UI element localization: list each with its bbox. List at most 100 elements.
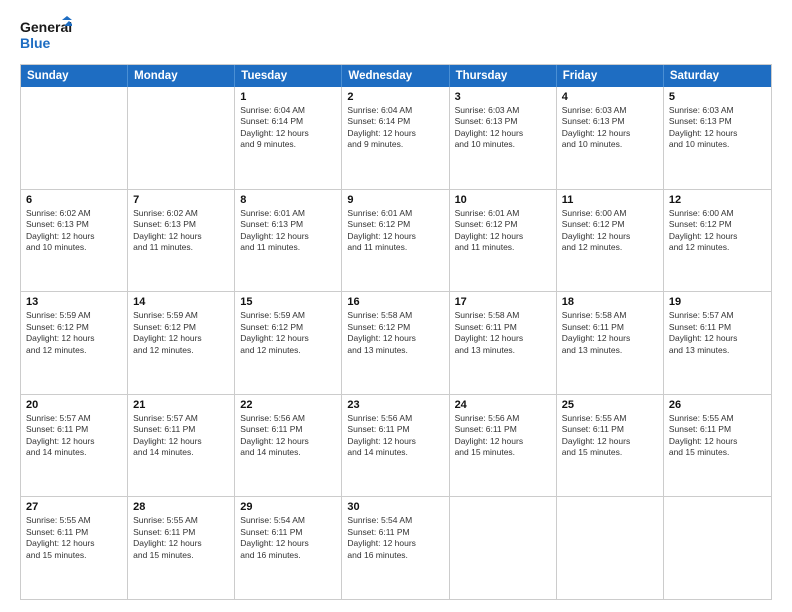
cell-line: Sunset: 6:11 PM bbox=[562, 322, 658, 333]
cell-line: and 10 minutes. bbox=[455, 139, 551, 150]
day-cell-17: 17Sunrise: 5:58 AMSunset: 6:11 PMDayligh… bbox=[450, 292, 557, 394]
cell-line: Daylight: 12 hours bbox=[562, 333, 658, 344]
day-number: 27 bbox=[26, 501, 122, 513]
cell-line: Daylight: 12 hours bbox=[347, 231, 443, 242]
cell-line: Sunrise: 5:57 AM bbox=[133, 413, 229, 424]
cell-line: and 15 minutes. bbox=[455, 447, 551, 458]
day-cell-13: 13Sunrise: 5:59 AMSunset: 6:12 PMDayligh… bbox=[21, 292, 128, 394]
day-number: 5 bbox=[669, 91, 766, 103]
day-number: 13 bbox=[26, 296, 122, 308]
cell-line: Sunset: 6:13 PM bbox=[240, 219, 336, 230]
cell-line: Sunrise: 6:04 AM bbox=[240, 105, 336, 116]
cell-line: Daylight: 12 hours bbox=[455, 128, 551, 139]
cell-line: and 16 minutes. bbox=[240, 550, 336, 561]
cell-line: Sunset: 6:13 PM bbox=[562, 116, 658, 127]
day-number: 25 bbox=[562, 399, 658, 411]
cell-line: and 13 minutes. bbox=[669, 345, 766, 356]
day-number: 1 bbox=[240, 91, 336, 103]
cell-line: Sunset: 6:12 PM bbox=[669, 219, 766, 230]
cell-line: Daylight: 12 hours bbox=[133, 436, 229, 447]
cell-line: and 14 minutes. bbox=[133, 447, 229, 458]
day-number: 20 bbox=[26, 399, 122, 411]
day-number: 11 bbox=[562, 194, 658, 206]
cell-line: Daylight: 12 hours bbox=[562, 128, 658, 139]
day-number: 7 bbox=[133, 194, 229, 206]
day-cell-18: 18Sunrise: 5:58 AMSunset: 6:11 PMDayligh… bbox=[557, 292, 664, 394]
cell-line: Sunset: 6:11 PM bbox=[240, 527, 336, 538]
cell-line: Daylight: 12 hours bbox=[347, 333, 443, 344]
day-number: 30 bbox=[347, 501, 443, 513]
day-cell-5: 5Sunrise: 6:03 AMSunset: 6:13 PMDaylight… bbox=[664, 87, 771, 189]
cell-line: Sunrise: 6:01 AM bbox=[347, 208, 443, 219]
cell-line: and 13 minutes. bbox=[562, 345, 658, 356]
cell-line: Sunset: 6:14 PM bbox=[347, 116, 443, 127]
day-cell-30: 30Sunrise: 5:54 AMSunset: 6:11 PMDayligh… bbox=[342, 497, 449, 599]
cell-line: Sunrise: 5:58 AM bbox=[562, 310, 658, 321]
svg-text:Blue: Blue bbox=[20, 35, 51, 51]
cell-line: Daylight: 12 hours bbox=[240, 128, 336, 139]
cell-line: Sunset: 6:14 PM bbox=[240, 116, 336, 127]
cell-line: Sunset: 6:12 PM bbox=[240, 322, 336, 333]
cell-line: Daylight: 12 hours bbox=[347, 538, 443, 549]
day-number: 10 bbox=[455, 194, 551, 206]
cell-line: Sunrise: 5:58 AM bbox=[455, 310, 551, 321]
cell-line: and 12 minutes. bbox=[562, 242, 658, 253]
day-cell-1: 1 Sunrise: 6:04 AMSunset: 6:14 PMDaylight… bbox=[235, 87, 342, 189]
cell-line: and 13 minutes. bbox=[455, 345, 551, 356]
day-cell-4: 4Sunrise: 6:03 AMSunset: 6:13 PMDaylight… bbox=[557, 87, 664, 189]
cell-line: Sunset: 6:12 PM bbox=[347, 219, 443, 230]
cell-line: Sunrise: 6:01 AM bbox=[240, 208, 336, 219]
day-number: 3 bbox=[455, 91, 551, 103]
cell-line: and 15 minutes. bbox=[26, 550, 122, 561]
cell-line: and 15 minutes. bbox=[133, 550, 229, 561]
logo: GeneralBlue bbox=[20, 16, 72, 54]
day-cell-28: 28Sunrise: 5:55 AMSunset: 6:11 PMDayligh… bbox=[128, 497, 235, 599]
day-cell-12: 12Sunrise: 6:00 AMSunset: 6:12 PMDayligh… bbox=[664, 190, 771, 292]
cell-line: Sunrise: 6:03 AM bbox=[669, 105, 766, 116]
header-day-tuesday: Tuesday bbox=[235, 65, 342, 87]
cell-line: and 13 minutes. bbox=[347, 345, 443, 356]
day-number: 4 bbox=[562, 91, 658, 103]
calendar-week-5: 27Sunrise: 5:55 AMSunset: 6:11 PMDayligh… bbox=[21, 497, 771, 599]
cell-line: Sunset: 6:11 PM bbox=[347, 527, 443, 538]
day-cell-25: 25Sunrise: 5:55 AMSunset: 6:11 PMDayligh… bbox=[557, 395, 664, 497]
day-number: 23 bbox=[347, 399, 443, 411]
day-number: 9 bbox=[347, 194, 443, 206]
day-cell-9: 9 Sunrise: 6:01 AMSunset: 6:12 PMDaylight… bbox=[342, 190, 449, 292]
cell-line: Daylight: 12 hours bbox=[347, 436, 443, 447]
cell-line: and 9 minutes. bbox=[347, 139, 443, 150]
cell-line: Sunrise: 5:55 AM bbox=[562, 413, 658, 424]
cell-line: Daylight: 12 hours bbox=[455, 231, 551, 242]
cell-line: Daylight: 12 hours bbox=[669, 333, 766, 344]
cell-line: Sunset: 6:11 PM bbox=[240, 424, 336, 435]
header-day-wednesday: Wednesday bbox=[342, 65, 449, 87]
cell-line: Sunset: 6:13 PM bbox=[133, 219, 229, 230]
cell-line: Daylight: 12 hours bbox=[26, 231, 122, 242]
cell-line: and 15 minutes. bbox=[562, 447, 658, 458]
cell-line: Sunrise: 5:59 AM bbox=[133, 310, 229, 321]
empty-cell bbox=[128, 87, 235, 189]
cell-line: and 9 minutes. bbox=[240, 139, 336, 150]
cell-line: Sunrise: 5:56 AM bbox=[347, 413, 443, 424]
cell-line: Sunset: 6:11 PM bbox=[669, 424, 766, 435]
cell-line: Sunset: 6:12 PM bbox=[347, 322, 443, 333]
cell-line: Daylight: 12 hours bbox=[455, 333, 551, 344]
calendar-week-1: 1Sunrise: 6:04 AMSunset: 6:14 PMDaylight… bbox=[21, 87, 771, 190]
day-cell-22: 22Sunrise: 5:56 AMSunset: 6:11 PMDayligh… bbox=[235, 395, 342, 497]
cell-line: Sunrise: 5:55 AM bbox=[669, 413, 766, 424]
day-cell-8: 8Sunrise: 6:01 AMSunset: 6:13 PMDaylight… bbox=[235, 190, 342, 292]
svg-text:General: General bbox=[20, 19, 72, 35]
day-number: 22 bbox=[240, 399, 336, 411]
empty-cell bbox=[21, 87, 128, 189]
cell-line: and 12 minutes. bbox=[240, 345, 336, 356]
header-day-thursday: Thursday bbox=[450, 65, 557, 87]
day-number: 19 bbox=[669, 296, 766, 308]
day-cell-14: 14Sunrise: 5:59 AMSunset: 6:12 PMDayligh… bbox=[128, 292, 235, 394]
day-cell-29: 29Sunrise: 5:54 AMSunset: 6:11 PMDayligh… bbox=[235, 497, 342, 599]
cell-line: Sunrise: 5:57 AM bbox=[669, 310, 766, 321]
page: GeneralBlue SundayMondayTuesdayWednesday… bbox=[0, 0, 792, 612]
day-cell-19: 19Sunrise: 5:57 AMSunset: 6:11 PMDayligh… bbox=[664, 292, 771, 394]
day-number: 17 bbox=[455, 296, 551, 308]
day-number: 15 bbox=[240, 296, 336, 308]
day-number: 29 bbox=[240, 501, 336, 513]
